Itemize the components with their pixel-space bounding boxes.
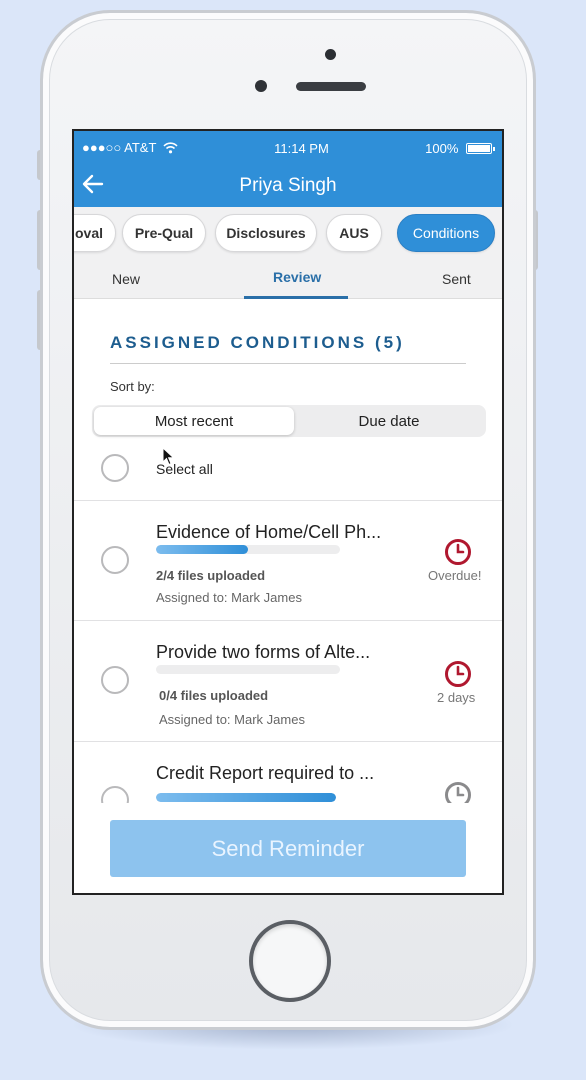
row-divider [74, 741, 502, 742]
nav-bar: Priya Singh [74, 165, 502, 207]
sort-label: Sort by: [110, 379, 155, 394]
condition-checkbox[interactable] [101, 546, 129, 574]
condition-checkbox[interactable] [101, 666, 129, 694]
chip-label: Disclosures [226, 225, 306, 241]
chip-label: Conditions [412, 225, 480, 241]
send-reminder-button[interactable]: Send Reminder [110, 820, 466, 877]
tab-sent[interactable]: Sent [442, 271, 471, 287]
condition-title: Evidence of Home/Cell Ph... [156, 522, 382, 542]
chip-label: Pre-Qual [134, 225, 194, 241]
phone-sensor [325, 49, 336, 60]
condition-title: Credit Report required to ... [156, 763, 375, 783]
chip-approval[interactable]: oval [74, 214, 116, 252]
sort-segmented-control: Most recent Due date [92, 405, 486, 437]
status-bar: ●●●○○ AT&T 11:14 PM 100% [74, 131, 502, 165]
upload-progress-bar [156, 545, 340, 554]
assigned-to: Assigned to: Mark James [159, 712, 305, 727]
section-title: ASSIGNED CONDITIONS (5) [110, 333, 405, 352]
chip-label: oval [74, 225, 103, 241]
progress-fill [156, 793, 336, 802]
chip-aus[interactable]: AUS [326, 214, 382, 252]
stage-chip-bar[interactable]: oval Pre-Qual Disclosures AUS Conditions [74, 207, 502, 259]
row-divider [74, 500, 502, 501]
section-divider [110, 363, 466, 364]
clock-time: 11:14 PM [274, 140, 329, 156]
home-button[interactable] [249, 920, 331, 1002]
arrow-left-icon[interactable] [82, 173, 104, 200]
condition-title: Provide two forms of Alte... [156, 642, 371, 662]
battery-indicator: 100% [425, 140, 495, 156]
assigned-to: Assigned to: Mark James [156, 590, 302, 605]
tab-bar: New Review Sent [74, 259, 502, 299]
active-tab-indicator [244, 296, 348, 299]
tab-review[interactable]: Review [273, 269, 321, 285]
earpiece-speaker [296, 82, 366, 91]
sort-most-recent[interactable]: Most recent [94, 407, 294, 435]
sort-option-label: Most recent [154, 412, 234, 430]
chip-pre-qual[interactable]: Pre-Qual [122, 214, 206, 252]
app-screen: ●●●○○ AT&T 11:14 PM 100% Priya Singh ova… [72, 129, 504, 895]
carrier-text: ●●●○○ AT&T [82, 139, 157, 155]
chip-conditions[interactable]: Conditions [397, 214, 495, 252]
upload-progress-bar [156, 665, 340, 674]
due-status: 2 days [437, 690, 476, 705]
row-divider [74, 620, 502, 621]
carrier-signal: ●●●○○ AT&T [82, 140, 178, 157]
clock-icon [444, 538, 472, 566]
upload-progress-bar [156, 793, 336, 802]
tab-new[interactable]: New [112, 271, 140, 287]
progress-fill [156, 545, 248, 554]
chip-disclosures[interactable]: Disclosures [215, 214, 317, 252]
clock-icon [444, 660, 472, 688]
sort-option-label: Due date [358, 412, 420, 430]
chip-label: AUS [339, 225, 369, 241]
page-title: Priya Singh [239, 175, 337, 196]
battery-percent: 100% [425, 140, 459, 156]
files-uploaded: 2/4 files uploaded [156, 568, 266, 583]
front-camera [255, 80, 267, 92]
wifi-icon [163, 141, 178, 157]
due-status: Overdue! [428, 568, 482, 583]
battery-icon [466, 142, 495, 154]
select-all-checkbox[interactable] [101, 454, 129, 482]
files-uploaded: 0/4 files uploaded [159, 688, 269, 703]
sort-due-date[interactable]: Due date [294, 407, 484, 435]
